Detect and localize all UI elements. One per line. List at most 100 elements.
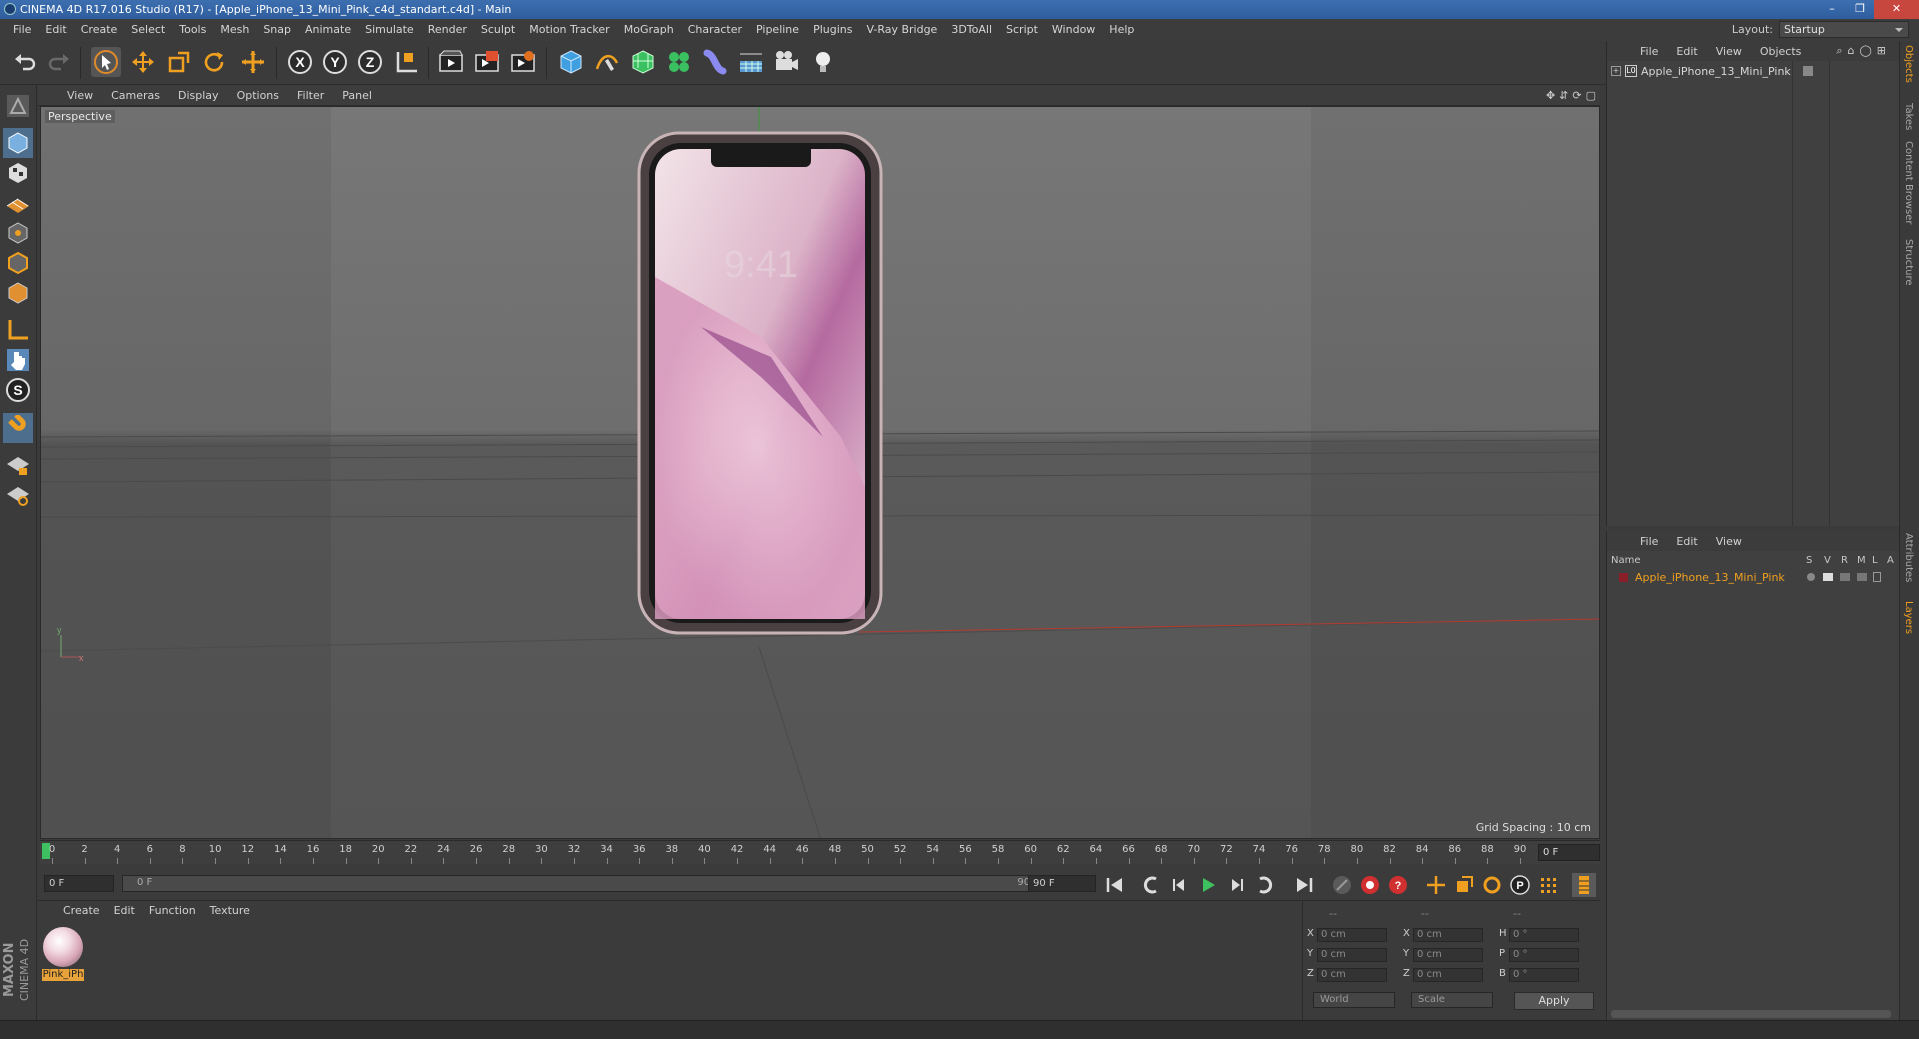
perspective-viewport[interactable]: 9:41 y x Perspective Grid Spacing : 10 c…	[40, 106, 1600, 839]
start-frame-field[interactable]: 0 F	[44, 875, 114, 892]
camera-icon[interactable]	[772, 47, 802, 77]
live-selection-icon[interactable]	[91, 47, 121, 77]
redo-icon[interactable]	[44, 47, 74, 77]
layer-render-icon[interactable]	[1840, 573, 1850, 581]
minimize-button[interactable]: –	[1818, 0, 1846, 19]
coordinate-system-icon[interactable]	[392, 47, 422, 77]
position-x-field[interactable]: 0 cm	[1317, 928, 1387, 942]
deformer-icon[interactable]	[700, 47, 730, 77]
menu-character[interactable]: Character	[681, 19, 749, 41]
menu-edit[interactable]: Edit	[38, 19, 73, 41]
menu-create[interactable]: Create	[74, 19, 125, 41]
object-search-icon[interactable]: ⌕⌂◯⊞	[1836, 44, 1891, 58]
menu-window[interactable]: Window	[1045, 19, 1102, 41]
vp-menu-cameras[interactable]: Cameras	[102, 89, 169, 102]
mat-menu-create[interactable]: Create	[56, 904, 107, 917]
coord-space-dropdown[interactable]: World	[1313, 992, 1395, 1008]
object-row[interactable]: + L0 Apple_iPhone_13_Mini_Pink	[1611, 63, 1891, 79]
rotation-h-field[interactable]: 0 °	[1509, 928, 1579, 942]
menu-motion-tracker[interactable]: Motion Tracker	[522, 19, 616, 41]
make-editable-icon[interactable]	[3, 91, 33, 121]
close-button[interactable]: ✕	[1874, 0, 1919, 19]
obj-menu-view[interactable]: View	[1707, 45, 1751, 58]
layer-visible-icon[interactable]	[1823, 573, 1833, 581]
menu-mesh[interactable]: Mesh	[213, 19, 256, 41]
layer-color-swatch[interactable]	[1619, 573, 1628, 582]
light-icon[interactable]	[808, 47, 838, 77]
apply-button[interactable]: Apply	[1514, 992, 1594, 1010]
recent-tools-icon[interactable]	[238, 47, 268, 77]
record-disabled-icon[interactable]	[1330, 873, 1354, 897]
tab-layers[interactable]: Layers	[1903, 601, 1914, 634]
magnet-icon[interactable]	[3, 413, 33, 443]
tab-structure[interactable]: Structure	[1903, 239, 1914, 286]
expand-icon[interactable]: +	[1611, 66, 1621, 76]
x-axis-icon[interactable]: X	[285, 47, 315, 77]
rotate-icon[interactable]	[199, 47, 229, 77]
layer-manager-icon[interactable]	[1857, 573, 1867, 581]
menu-3dtoall[interactable]: 3DToAll	[944, 19, 999, 41]
tab-attributes[interactable]: Attributes	[1903, 533, 1914, 582]
menu-vray-bridge[interactable]: V-Ray Bridge	[859, 19, 944, 41]
render-view-icon[interactable]	[436, 47, 466, 77]
layer-tag-icon[interactable]	[1803, 66, 1813, 76]
play-icon[interactable]	[1196, 873, 1220, 897]
timeline-layout-icon[interactable]	[1572, 873, 1596, 897]
cloner-icon[interactable]	[664, 47, 694, 77]
subdivision-icon[interactable]	[628, 47, 658, 77]
workplane-icon[interactable]	[3, 188, 33, 218]
size-z-field[interactable]: 0 cm	[1413, 968, 1483, 982]
menu-help[interactable]: Help	[1102, 19, 1141, 41]
model-mode-icon[interactable]	[3, 128, 33, 158]
mat-menu-texture[interactable]: Texture	[203, 904, 257, 917]
menu-animate[interactable]: Animate	[298, 19, 358, 41]
layer-row[interactable]: Apple_iPhone_13_Mini_Pink	[1611, 571, 1896, 585]
record-active-objects-icon[interactable]	[1358, 873, 1382, 897]
vp-menu-view[interactable]: View	[58, 89, 102, 102]
menu-render[interactable]: Render	[421, 19, 474, 41]
tweak-icon[interactable]	[3, 345, 33, 375]
obj-menu-file[interactable]: File	[1631, 45, 1667, 58]
key-pla-icon[interactable]	[1536, 873, 1560, 897]
layer-solo-icon[interactable]	[1807, 573, 1815, 581]
menu-plugins[interactable]: Plugins	[806, 19, 859, 41]
layer-menu-file[interactable]: File	[1631, 535, 1667, 548]
menu-select[interactable]: Select	[124, 19, 172, 41]
go-to-start-icon[interactable]	[1103, 873, 1127, 897]
y-axis-icon[interactable]: Y	[320, 47, 350, 77]
edges-mode-icon[interactable]	[3, 248, 33, 278]
vp-menu-display[interactable]: Display	[169, 89, 228, 102]
texture-mode-icon[interactable]	[3, 158, 33, 188]
points-mode-icon[interactable]	[3, 218, 33, 248]
timeline-ruler[interactable]: 0 2 4 6 8 10 12 14 16 18 20 22 24 26 28 30 32 34 36 38 40 42 4…	[40, 840, 1600, 864]
menu-tools[interactable]: Tools	[172, 19, 213, 41]
previous-frame-icon[interactable]	[1168, 873, 1192, 897]
mat-menu-function[interactable]: Function	[142, 904, 203, 917]
size-x-field[interactable]: 0 cm	[1413, 928, 1483, 942]
position-z-field[interactable]: 0 cm	[1317, 968, 1387, 982]
move-icon[interactable]	[128, 47, 158, 77]
next-key-icon[interactable]	[1252, 873, 1276, 897]
menu-snap[interactable]: Snap	[256, 19, 298, 41]
vp-menu-filter[interactable]: Filter	[288, 89, 333, 102]
key-parameter-icon[interactable]: P	[1508, 873, 1532, 897]
snap-icon[interactable]: S	[3, 375, 33, 405]
tab-objects[interactable]: Objects	[1903, 45, 1914, 83]
key-position-icon[interactable]	[1424, 873, 1448, 897]
axis-mode-icon[interactable]	[3, 315, 33, 345]
vp-menu-options[interactable]: Options	[228, 89, 288, 102]
position-y-field[interactable]: 0 cm	[1317, 948, 1387, 962]
key-rotation-icon[interactable]	[1480, 873, 1504, 897]
solo-icon[interactable]	[3, 480, 33, 510]
current-frame-field[interactable]: 0 F	[1538, 844, 1600, 861]
menu-sculpt[interactable]: Sculpt	[474, 19, 522, 41]
layer-menu-edit[interactable]: Edit	[1667, 535, 1706, 548]
scale-icon[interactable]	[164, 47, 194, 77]
pen-spline-icon[interactable]	[592, 47, 622, 77]
lock-workplane-icon[interactable]	[3, 450, 33, 480]
material-swatch[interactable]: Pink_iPh	[42, 927, 84, 983]
tab-takes[interactable]: Takes	[1903, 103, 1914, 130]
vp-menu-panel[interactable]: Panel	[333, 89, 381, 102]
end-frame-field[interactable]: 90 F	[1028, 875, 1096, 892]
menu-file[interactable]: File	[6, 19, 38, 41]
